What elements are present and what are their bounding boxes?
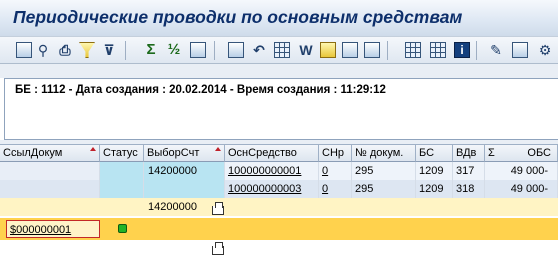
layout-select-icon[interactable] (364, 42, 380, 58)
cell-bs: 1209 (416, 180, 453, 198)
toolbar-separator (476, 41, 477, 60)
cell-vyborschet: 14200000 (144, 162, 225, 180)
status-green-icon (118, 224, 127, 233)
cell-snr-link[interactable]: 0 (319, 180, 352, 198)
col-header-snr[interactable]: СНр (319, 144, 352, 162)
spacer (0, 64, 558, 78)
spreadsheet-icon[interactable] (274, 42, 290, 58)
col-header-osnsredstvo[interactable]: ОснСредство (225, 144, 319, 162)
print-icon[interactable]: ⎙ (57, 42, 73, 58)
cell-ssyldokum (0, 162, 100, 180)
toolbar: ⚲ ⎙ ⊽ Σ ½ ↶ W i ✎ ⚙ (0, 36, 558, 64)
cell-doc-number: 295 (352, 162, 416, 180)
toolbar-separator (125, 41, 126, 60)
cell-osnsredstvo-link[interactable]: 100000000001 (225, 162, 319, 180)
cell-status (100, 162, 144, 180)
filter-icon[interactable]: ⊽ (101, 42, 117, 58)
edit-icon[interactable]: ✎ (488, 42, 504, 58)
cell-doc-number: 295 (352, 180, 416, 198)
document-icon[interactable] (190, 42, 206, 58)
header-info: БЕ : 1112 - Дата создания : 20.02.2014 -… (15, 84, 386, 96)
col-header-status[interactable]: Статус (100, 144, 144, 162)
cell-obs: 49 000- (485, 180, 558, 198)
cell-ssyldokum (0, 180, 100, 198)
cell-status (100, 180, 144, 198)
group-ssyldokum[interactable]: $000000001 (6, 220, 100, 238)
back-icon[interactable]: ↶ (251, 42, 267, 58)
cell-bs: 1209 (416, 162, 453, 180)
details-icon[interactable] (16, 42, 32, 58)
col-header-vyborschet[interactable]: ВыборСчт (144, 144, 225, 162)
subtotal-row[interactable] (0, 198, 558, 216)
cell-vdv: 318 (453, 180, 485, 198)
graphic-icon[interactable] (320, 42, 336, 58)
title-bar: Периодические проводки по основным средс… (0, 0, 558, 36)
subtotal-icon[interactable]: ½ (166, 42, 182, 58)
filter-set-icon[interactable] (79, 42, 95, 58)
cell-vdv: 317 (453, 162, 485, 180)
abc-analysis-icon[interactable] (512, 42, 528, 58)
grid-alt-icon[interactable] (430, 42, 446, 58)
col-header-bs[interactable]: БС (416, 144, 453, 162)
find-icon[interactable]: ⚲ (35, 42, 51, 58)
info-icon[interactable]: i (454, 42, 470, 58)
subtotal-icon[interactable] (212, 202, 224, 215)
col-header-ssyldokum[interactable]: СсылДокум (0, 144, 100, 162)
export-icon[interactable] (228, 42, 244, 58)
col-header-doc-number[interactable]: № докум. (352, 144, 416, 162)
cell-obs: 49 000- (485, 162, 558, 180)
word-icon[interactable]: W (298, 42, 314, 58)
toolbar-separator (214, 41, 215, 60)
alv-grid: СсылДокум Статус ВыборСчт ОснСредство СН… (0, 144, 558, 255)
col-header-vdv[interactable]: ВДв (453, 144, 485, 162)
sum-icon[interactable]: Σ (143, 42, 159, 58)
settings-icon[interactable]: ⚙ (537, 42, 553, 58)
toolbar-separator (387, 41, 388, 60)
subtotal-icon[interactable] (212, 242, 224, 255)
group-ssyldokum-link[interactable]: $000000001 (10, 224, 71, 236)
cell-vyborschet (144, 180, 225, 198)
list-header-panel: БЕ : 1112 - Дата создания : 20.02.2014 -… (4, 78, 558, 140)
sum-icon: Σ (488, 147, 495, 159)
grid-icon[interactable] (405, 42, 421, 58)
cell-osnsredstvo-link[interactable]: 100000000003 (225, 180, 319, 198)
cell-snr-link[interactable]: 0 (319, 162, 352, 180)
page-title: Периодические проводки по основным средс… (13, 7, 463, 27)
layout-icon[interactable] (342, 42, 358, 58)
col-header-obs-label: ОБС (527, 147, 551, 159)
col-header-obs[interactable]: Σ ОБС (485, 144, 558, 162)
